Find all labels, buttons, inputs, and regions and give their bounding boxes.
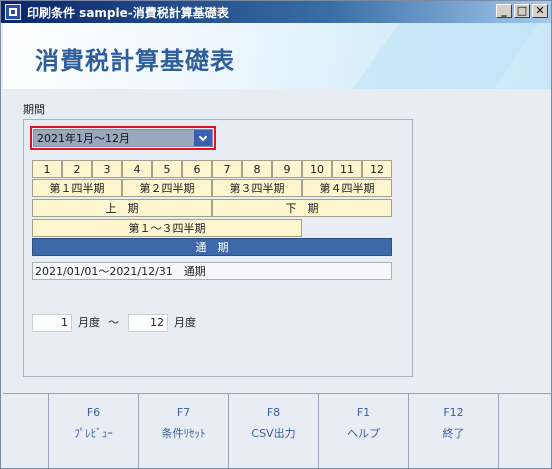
to-month-input[interactable]: 12 <box>128 314 168 332</box>
maximize-button[interactable]: □ <box>514 4 530 18</box>
period-group: 2021年1月～12月 1 2 3 4 5 6 7 8 9 10 11 12 第… <box>23 119 413 377</box>
fkey-label: ヘルプ <box>347 427 380 440</box>
page-title: 消費税計算基礎表 <box>35 47 235 75</box>
period-select[interactable]: 2021年1月～12月 <box>33 129 213 147</box>
month-cell[interactable]: 10 <box>302 160 332 178</box>
app-icon <box>5 4 21 20</box>
fkey-key: F8 <box>266 406 281 419</box>
f12-exit-button[interactable]: F12 終了 <box>409 394 499 468</box>
to-month-unit: 月度 <box>174 316 196 329</box>
q1-to-q3-cell[interactable]: 第１～３四半期 <box>32 219 302 237</box>
close-button[interactable]: ✕ <box>532 4 548 18</box>
month-cell[interactable]: 11 <box>332 160 362 178</box>
from-month-input[interactable]: 1 <box>32 314 72 332</box>
function-key-bar: F6 ﾌﾟﾚﾋﾞｭｰ F7 条件ﾘｾｯﾄ F8 CSV出力 F1 ヘルプ F12… <box>3 393 551 468</box>
full-year-cell[interactable]: 通 期 <box>32 238 392 256</box>
window-controls: _ □ ✕ <box>496 4 548 18</box>
f1-help-button[interactable]: F1 ヘルプ <box>319 394 409 468</box>
window-title: 印刷条件 sample-消費税計算基礎表 <box>27 5 229 20</box>
quarter-cell[interactable]: 第４四半期 <box>302 179 392 197</box>
from-month-unit: 月度 <box>78 316 100 329</box>
date-range-display: 2021/01/01～2021/12/31 通期 <box>32 262 392 280</box>
f7-reset-button[interactable]: F7 条件ﾘｾｯﾄ <box>139 394 229 468</box>
month-cell[interactable]: 3 <box>92 160 122 178</box>
title-bar[interactable]: 印刷条件 sample-消費税計算基礎表 _ □ ✕ <box>1 1 551 23</box>
half-cell-first[interactable]: 上 期 <box>32 199 212 217</box>
half-cell-second[interactable]: 下 期 <box>212 199 392 217</box>
quarter-cell[interactable]: 第１四半期 <box>32 179 122 197</box>
range-tilde: ～ <box>108 316 119 329</box>
dropdown-button[interactable] <box>194 130 212 146</box>
fkey-label: ﾌﾟﾚﾋﾞｭｰ <box>74 427 113 440</box>
main-content: 期間 2021年1月～12月 1 2 3 4 5 6 7 8 9 10 11 1… <box>3 89 551 393</box>
header-banner: 消費税計算基礎表 <box>3 23 551 89</box>
f8-csv-button[interactable]: F8 CSV出力 <box>229 394 319 468</box>
month-cell[interactable]: 9 <box>272 160 302 178</box>
month-cell[interactable]: 4 <box>122 160 152 178</box>
period-label: 期間 <box>23 103 45 116</box>
app-window: 印刷条件 sample-消費税計算基礎表 _ □ ✕ 消費税計算基礎表 期間 2… <box>0 0 552 469</box>
fkey-blank-left <box>3 394 49 468</box>
chevron-down-icon <box>198 132 208 141</box>
month-cell[interactable]: 8 <box>242 160 272 178</box>
month-cell[interactable]: 7 <box>212 160 242 178</box>
month-cell[interactable]: 5 <box>152 160 182 178</box>
quarter-cell[interactable]: 第２四半期 <box>122 179 212 197</box>
period-select-highlight: 2021年1月～12月 <box>30 126 216 150</box>
f6-preview-button[interactable]: F6 ﾌﾟﾚﾋﾞｭｰ <box>49 394 139 468</box>
fkey-key: F7 <box>176 406 191 419</box>
month-cell[interactable]: 12 <box>362 160 392 178</box>
fkey-label: CSV出力 <box>251 427 296 440</box>
month-cell[interactable]: 6 <box>182 160 212 178</box>
banner-decoration <box>335 23 547 89</box>
fkey-label: 終了 <box>442 427 465 440</box>
fkey-key: F6 <box>86 406 101 419</box>
fkey-label: 条件ﾘｾｯﾄ <box>161 427 206 440</box>
month-cell[interactable]: 2 <box>62 160 92 178</box>
month-cell[interactable]: 1 <box>32 160 62 178</box>
fkey-key: F12 <box>443 406 464 419</box>
quarter-cell[interactable]: 第３四半期 <box>212 179 302 197</box>
fkey-key: F1 <box>356 406 371 419</box>
period-select-value: 2021年1月～12月 <box>37 132 130 145</box>
minimize-button[interactable]: _ <box>496 4 512 18</box>
